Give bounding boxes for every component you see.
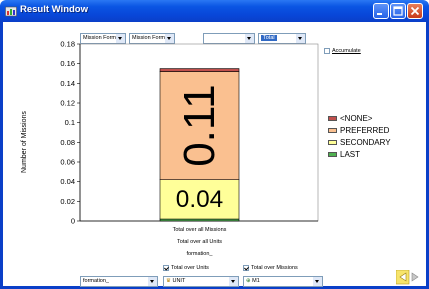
result-window: Result Window Mission Format Mission For…: [0, 0, 429, 289]
legend-label: <NONE>: [340, 114, 373, 124]
y-tick-label: 0.12: [60, 99, 75, 108]
legend-swatch: [328, 128, 337, 134]
legend-swatch: [328, 140, 337, 146]
y-tick-label: 0.1: [65, 118, 75, 127]
previous-arrow-icon[interactable]: [396, 270, 410, 285]
unit-select[interactable]: ♛ UNIT: [163, 276, 239, 287]
navigation-buttons: [396, 270, 419, 285]
legend-label: LAST: [340, 150, 361, 160]
legend-item: <NONE>: [328, 114, 372, 123]
select-value: UNIT: [172, 278, 186, 284]
legend-item: SECONDARY: [328, 138, 391, 147]
legend-label: SECONDARY: [340, 138, 391, 148]
bar-segment: [159, 68, 240, 72]
total-over-missions-checkbox[interactable]: Total over Missions: [243, 265, 298, 271]
select-value: formation_: [83, 278, 109, 284]
mission-select[interactable]: ⊕ M1: [243, 276, 323, 287]
data-label: 0.04: [176, 186, 223, 213]
y-tick-label: 0.06: [60, 158, 75, 167]
legend-swatch: [328, 116, 337, 122]
total-over-missions-label: Total over Missions: [251, 265, 298, 271]
y-tick-label: 0.02: [60, 197, 75, 206]
total-over-units-label: Total over Units: [171, 265, 209, 271]
y-tick-label: 0.08: [60, 138, 75, 147]
chevron-down-icon[interactable]: [313, 277, 322, 286]
mission-icon: ⊕: [246, 278, 251, 284]
checkbox-box[interactable]: [163, 265, 169, 271]
unit-icon: ♛: [166, 278, 171, 284]
checkbox-box[interactable]: [243, 265, 249, 271]
y-tick-label: 0.18: [60, 40, 75, 49]
y-tick-label: 0.14: [60, 79, 75, 88]
formation-select[interactable]: formation_: [80, 276, 158, 287]
x-tick-label: Total over all Missions: [173, 227, 227, 233]
legend-label: PREFERRED: [340, 126, 390, 136]
y-tick-label: 0.16: [60, 59, 75, 68]
chevron-down-icon[interactable]: [229, 277, 238, 286]
x-tick-label: formation_: [187, 251, 214, 257]
data-label: 0.11: [175, 84, 224, 166]
y-tick-label: 0: [71, 217, 75, 226]
select-value: M1: [252, 278, 260, 284]
next-arrow-icon[interactable]: [411, 272, 419, 282]
total-over-units-checkbox[interactable]: Total over Units: [163, 265, 209, 271]
y-tick-label: 0.04: [60, 177, 75, 186]
chevron-down-icon[interactable]: [148, 277, 157, 286]
x-tick-label: Total over all Units: [177, 239, 222, 245]
legend-swatch: [328, 152, 337, 158]
legend-item: PREFERRED: [328, 126, 389, 135]
legend-item: LAST: [328, 150, 360, 159]
